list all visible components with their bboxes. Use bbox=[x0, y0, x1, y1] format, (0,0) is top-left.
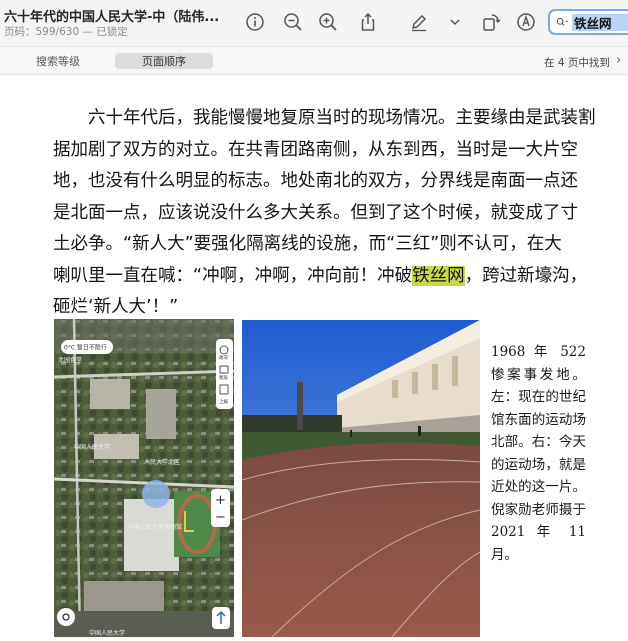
info-icon[interactable] bbox=[243, 10, 267, 34]
text-segment: 六十年代后，我能慢慢地复原当时的现场情况。主要缘由是武装割 bbox=[53, 108, 596, 128]
text-segment: 砸烂‘新人大’！” bbox=[53, 297, 179, 317]
sort-by-page-tab[interactable]: 页面顺序 bbox=[115, 53, 213, 69]
text-segment: 是北面一点，应该说没什么多大关系。但到了这个时候，就变成了寸 bbox=[53, 202, 578, 223]
chevron-down-icon[interactable] bbox=[443, 10, 467, 34]
map-weather-label: 0°C 暂日不限行 bbox=[64, 344, 107, 352]
text-line: 六十年代后，我能慢慢地复原当时的现场情况。主要缘由是武装割 bbox=[53, 103, 596, 135]
search-highlight: 铁丝网 bbox=[412, 265, 465, 286]
map-footer-label: 中国人民大学 bbox=[89, 629, 125, 637]
svg-text:−: − bbox=[215, 510, 226, 525]
rotate-icon[interactable] bbox=[479, 10, 503, 34]
text-segment: 土必争。“新人大”要强化隔离线的设施，而“三红”则不认可，在大 bbox=[53, 234, 562, 254]
svg-text:+: + bbox=[215, 493, 226, 508]
map-museum-label: 中国人民大学博物馆 bbox=[128, 523, 182, 531]
text-line: 是北面一点，应该说没什么多大关系。但到了这个时候，就变成了寸 bbox=[53, 198, 593, 230]
map-report-label: 上报 bbox=[219, 398, 228, 405]
text-line: 喇叭里一直在喊：“冲啊，冲啊，冲向前！冲破铁丝网，跨过新壕沟， bbox=[53, 261, 593, 293]
search-results-bar: 搜索等级 页面顺序 在 4 页中找到 › bbox=[0, 47, 628, 75]
photo-caption: 1968 年 522 惨案事发地。左：现在的世纪馆东面的运动场北部。右：今天的运… bbox=[491, 344, 586, 563]
text-segment: 喇叭里一直在喊：“冲啊，冲啊，冲向前！冲破 bbox=[53, 265, 413, 286]
search-input[interactable] bbox=[572, 13, 628, 31]
body-paragraph: 六十年代后，我能慢慢地复原当时的现场情况。主要缘由是武装割 据加剧了双方的对立。在… bbox=[53, 103, 596, 324]
map-district-label: 北园食堂 bbox=[58, 356, 82, 364]
text-line: 地，也没有什么明显的标志。地处南北的双方，分界线是南面一点还 bbox=[53, 166, 593, 198]
text-line: 土必争。“新人大”要强化隔离线的设施，而“三红”则不认可，在大 bbox=[53, 229, 593, 261]
running-track-photo bbox=[242, 320, 480, 637]
text-segment: ，跨过新壕沟， bbox=[464, 265, 588, 286]
document-title: 六十年代的中国人民大学-中（陆伟... bbox=[4, 10, 220, 25]
page-status: 页码：599/630 — 已锁定 bbox=[4, 26, 128, 38]
toolbar: 六十年代的中国人民大学-中（陆伟... 页码：599/630 — 已锁定 bbox=[0, 0, 628, 47]
markup-icon[interactable] bbox=[514, 10, 538, 34]
zoom-out-icon[interactable] bbox=[281, 10, 305, 34]
text-segment: 地，也没有什么明显的标志。地处南北的双方，分界线是南面一点还 bbox=[53, 171, 578, 191]
map-traffic-label: 路况 bbox=[219, 354, 228, 361]
zoom-in-icon[interactable] bbox=[316, 10, 340, 34]
map-screenshot-image: + − 0°C 暂日不限行 北园食堂 中国人民大学 人民大学北区 中国人民大学博… bbox=[54, 319, 234, 637]
search-field[interactable] bbox=[548, 9, 628, 35]
text-segment: 据加剧了双方的对立。在共青团路南侧，从东到西，当时是一大片空 bbox=[53, 139, 578, 160]
highlight-pen-icon[interactable] bbox=[407, 10, 431, 34]
text-line: 据加剧了双方的对立。在共青团路南侧，从东到西，当时是一大片空 bbox=[53, 135, 593, 167]
map-layers-label: 图层 bbox=[219, 375, 228, 381]
results-count: 在 4 页中找到 bbox=[544, 57, 610, 69]
sort-by-rank-tab[interactable]: 搜索等级 bbox=[18, 53, 98, 69]
chevron-right-icon[interactable]: › bbox=[616, 53, 621, 68]
map-university-label: 中国人民大学 bbox=[74, 443, 110, 451]
share-icon[interactable] bbox=[356, 10, 380, 34]
search-icon bbox=[556, 18, 569, 26]
map-north-area-label: 人民大学北区 bbox=[144, 458, 180, 466]
